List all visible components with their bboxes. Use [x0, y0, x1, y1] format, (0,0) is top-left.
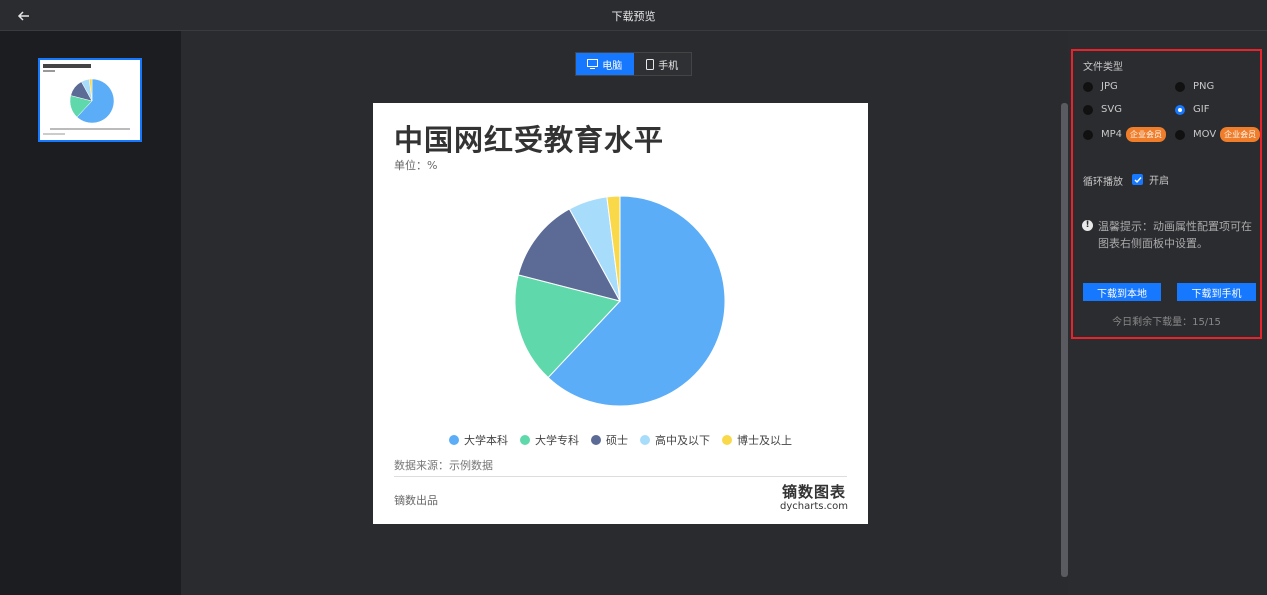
- monitor-icon: [587, 59, 599, 69]
- radio-label: JPG: [1101, 81, 1118, 92]
- legend-dot: [520, 435, 530, 445]
- checkbox-checked-icon: [1132, 174, 1143, 185]
- legend-item: 大学专科: [520, 432, 579, 448]
- radio-png[interactable]: PNG: [1175, 81, 1214, 92]
- thumbnail-sidebar: [0, 31, 181, 595]
- legend-dot: [640, 435, 650, 445]
- thumb-title-bar: [43, 64, 91, 68]
- enterprise-badge: 企业会员: [1126, 127, 1167, 142]
- chart-thumbnail[interactable]: [38, 58, 142, 142]
- phone-icon: [646, 58, 655, 70]
- download-local-button[interactable]: 下载到本地: [1083, 283, 1161, 301]
- legend-item: 高中及以下: [640, 432, 710, 448]
- thumb-source-bar: [43, 133, 65, 135]
- radio-circle-selected: [1175, 104, 1185, 115]
- radio-label: MOV: [1193, 129, 1217, 140]
- chart-legend: 大学本科 大学专科 硕士 高中及以下 博士及以上: [373, 432, 868, 448]
- legend-label: 高中及以下: [655, 434, 710, 447]
- radio-mp4[interactable]: MP4 企业会员: [1083, 127, 1167, 142]
- radio-circle: [1175, 81, 1185, 92]
- radio-circle: [1175, 129, 1185, 140]
- radio-jpg[interactable]: JPG: [1083, 81, 1118, 92]
- legend-item: 博士及以上: [722, 432, 792, 448]
- radio-circle: [1083, 104, 1093, 115]
- loop-checkbox[interactable]: 开启: [1132, 172, 1169, 187]
- exclamation-icon: !: [1082, 220, 1093, 231]
- logo-cn: 镝数图表: [781, 483, 846, 501]
- preview-scrollbar[interactable]: [1061, 103, 1068, 577]
- legend-dot: [591, 435, 601, 445]
- radio-label: SVG: [1101, 104, 1122, 115]
- legend-label: 博士及以上: [737, 434, 792, 447]
- radio-label: GIF: [1193, 104, 1210, 115]
- enterprise-badge: 企业会员: [1220, 127, 1261, 142]
- thumb-pie: [69, 78, 115, 124]
- radio-gif[interactable]: GIF: [1175, 104, 1209, 115]
- animation-tip: 温馨提示：动画属性配置项可在图表右侧面板中设置。: [1098, 220, 1252, 250]
- radio-label: PNG: [1193, 81, 1215, 92]
- top-bar: 下载预览: [0, 0, 1267, 31]
- remaining-downloads: 今日剩余下载量：15/15: [1112, 317, 1221, 328]
- radio-circle: [1083, 129, 1093, 140]
- loop-label: 循环播放: [1083, 177, 1123, 188]
- legend-dot: [722, 435, 732, 445]
- pie-chart: [514, 195, 726, 407]
- legend-label: 大学本科: [464, 434, 508, 447]
- chart-footer: 镝数出品: [394, 494, 438, 507]
- chart-card: 中国网红受教育水平 单位：% 大学本科 大学专科 硕士 高中及以下 博士及以上 数据来源…: [373, 103, 868, 524]
- desktop-view-button[interactable]: 电脑: [576, 53, 634, 75]
- legend-item: 硕士: [591, 432, 628, 448]
- file-type-label: 文件类型: [1083, 62, 1123, 73]
- radio-mov[interactable]: MOV 企业会员: [1175, 127, 1261, 142]
- download-mobile-button[interactable]: 下载到手机: [1177, 283, 1256, 301]
- legend-label: 硕士: [606, 434, 628, 447]
- thumbnail-preview: [43, 64, 130, 135]
- device-toggle: 电脑 手机: [575, 52, 692, 76]
- legend-dot: [449, 435, 459, 445]
- radio-label: MP4: [1101, 129, 1123, 140]
- thumb-legend-bar: [50, 128, 130, 130]
- chart-divider: [394, 476, 847, 477]
- thumb-unit-bar: [43, 70, 55, 72]
- radio-circle: [1083, 81, 1093, 92]
- mobile-view-label: 手机: [658, 60, 679, 72]
- dycharts-logo: 镝数图表 dycharts.com: [780, 484, 848, 513]
- desktop-view-label: 电脑: [602, 60, 623, 72]
- logo-en: dycharts.com: [779, 501, 848, 512]
- mobile-view-button[interactable]: 手机: [634, 53, 692, 75]
- legend-item: 大学本科: [449, 432, 508, 448]
- legend-label: 大学专科: [535, 434, 579, 447]
- page-title: 下载预览: [611, 10, 656, 23]
- radio-svg[interactable]: SVG: [1083, 104, 1122, 115]
- chart-source: 数据来源：示例数据: [394, 459, 493, 472]
- loop-option-label: 开启: [1149, 176, 1169, 187]
